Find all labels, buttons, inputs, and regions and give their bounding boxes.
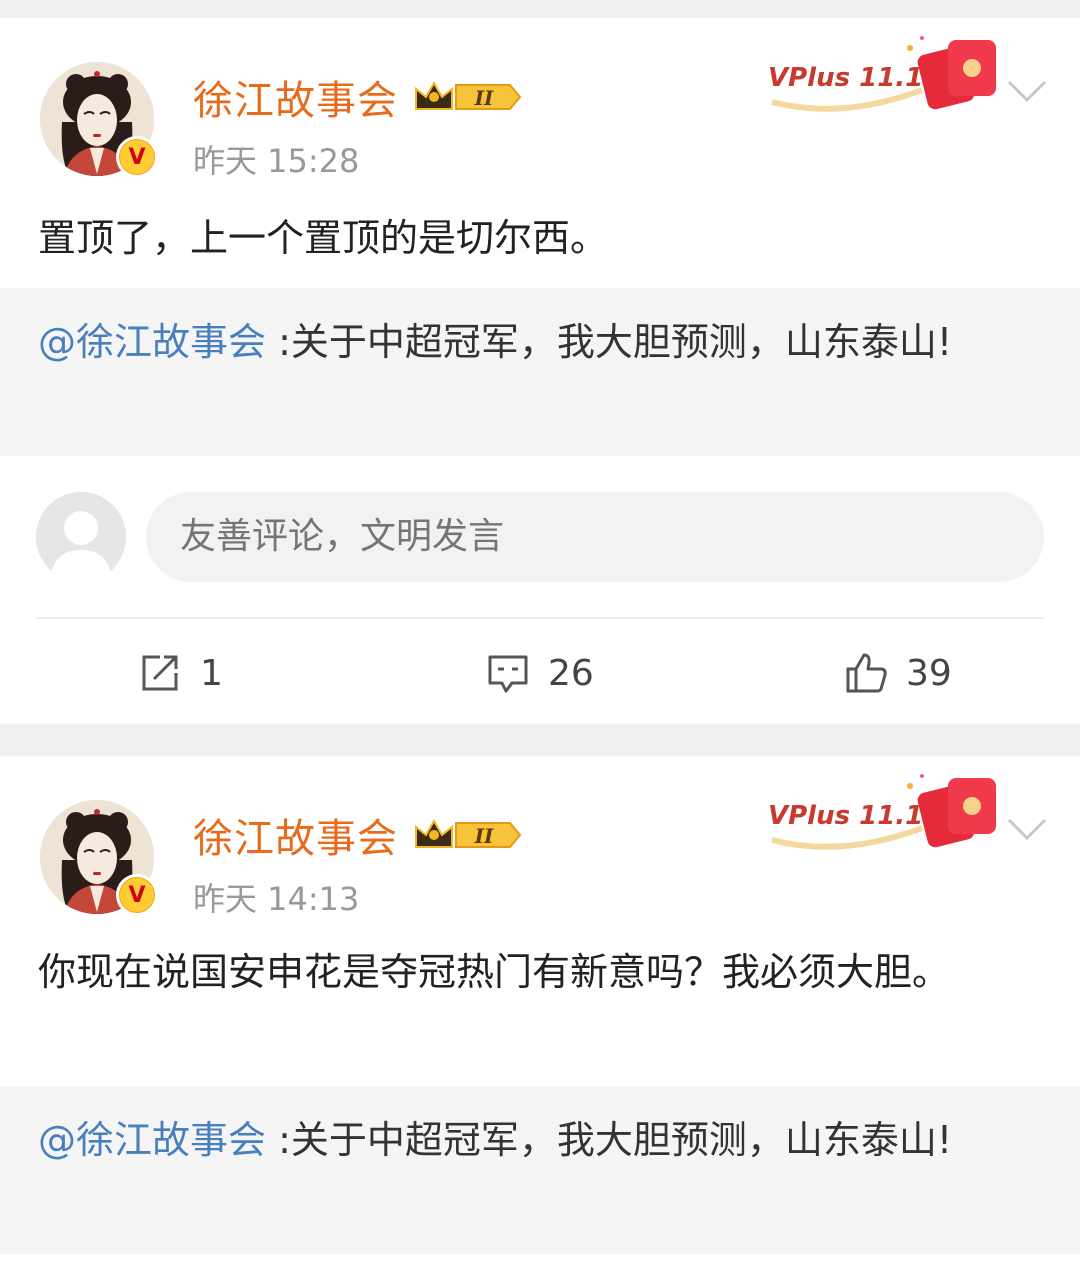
comment-input[interactable] (146, 492, 1044, 582)
svg-text:II: II (474, 86, 494, 110)
post-card: V 徐江故事会 II 昨天 15:28 VPlus 11.11 置顶了，上一个置… (0, 18, 1080, 724)
svg-text:VPlus 11.11: VPlus 11.11 (768, 63, 941, 93)
author-name[interactable]: 徐江故事会 (193, 68, 398, 126)
post-time: 昨天 14:13 (193, 880, 360, 918)
verified-v-icon: V (116, 874, 158, 916)
share-button[interactable]: 1 (136, 638, 223, 708)
vplus-promo-banner[interactable]: VPlus 11.11 (762, 30, 1002, 120)
author-avatar[interactable]: V (40, 800, 158, 916)
chevron-down-icon[interactable] (1005, 76, 1049, 106)
crown-vip-icon[interactable]: II (412, 77, 524, 117)
post-text: 置顶了，上一个置顶的是切尔西。 (38, 216, 609, 260)
crown-vip-icon[interactable]: II (412, 815, 524, 855)
verified-v-icon: V (116, 136, 158, 178)
share-count: 1 (200, 652, 223, 694)
vplus-promo-banner[interactable]: VPlus 11.11 (762, 768, 1002, 858)
like-button[interactable]: 39 (842, 638, 952, 708)
comment-count: 26 (548, 652, 594, 694)
like-count: 39 (906, 652, 952, 694)
action-bar: 1 26 39 (0, 638, 1080, 708)
post-card: V 徐江故事会 II 昨天 14:13 VPlus 11.11 你现在说国安申花… (0, 756, 1080, 1284)
comment-button[interactable]: 26 (484, 638, 594, 708)
chevron-down-icon[interactable] (1005, 814, 1049, 844)
divider (36, 617, 1044, 619)
like-icon (846, 653, 887, 693)
post-text: 你现在说国安申花是夺冠热门有新意吗？我必须大胆。 (38, 950, 951, 994)
quote-text: :关于中超冠军，我大胆预测，山东泰山! (266, 1118, 953, 1162)
svg-text:II: II (474, 824, 494, 848)
author-name[interactable]: 徐江故事会 (193, 806, 398, 864)
post-time: 昨天 15:28 (193, 142, 360, 180)
author-avatar[interactable]: V (40, 62, 158, 178)
quote-mention-link[interactable]: @徐江故事会 (38, 1118, 266, 1162)
share-icon (142, 655, 178, 691)
comment-icon (488, 655, 528, 693)
default-avatar-icon (36, 492, 126, 582)
svg-text:VPlus 11.11: VPlus 11.11 (768, 801, 941, 831)
quoted-post[interactable]: @徐江故事会 :关于中超冠军，我大胆预测，山东泰山! (0, 1086, 1080, 1254)
quote-text: :关于中超冠军，我大胆预测，山东泰山! (266, 320, 953, 364)
quoted-post[interactable]: @徐江故事会 :关于中超冠军，我大胆预测，山东泰山! (0, 288, 1080, 456)
quote-mention-link[interactable]: @徐江故事会 (38, 320, 266, 364)
comment-composer (0, 492, 1080, 584)
